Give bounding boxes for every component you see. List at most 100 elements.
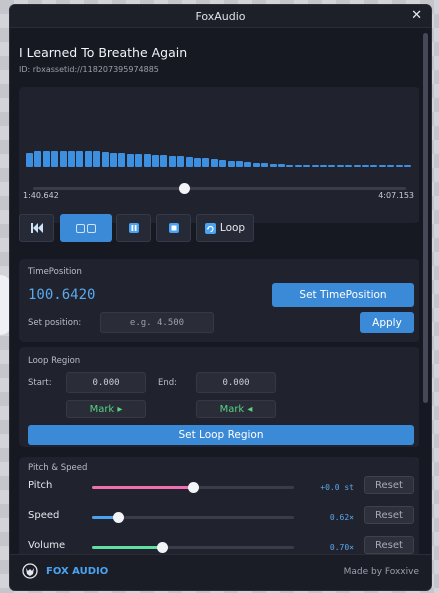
volume-label: Volume [28,540,66,551]
mark-start-button[interactable]: Mark ▸ [66,400,146,418]
waveform-bar [110,152,117,167]
waveform-bar [160,155,168,167]
waveform-bar [294,164,302,167]
waveform-bar [227,160,235,167]
play-icon [76,223,96,233]
apply-button[interactable]: Apply [360,312,414,333]
play-button[interactable] [60,214,112,242]
waveform-bar [353,165,361,167]
waveform-bar [286,164,294,167]
brand-name: FOX AUDIO [46,566,109,577]
speed-reset-button[interactable]: Reset [364,506,414,524]
current-time: 1:40.642 [23,191,59,200]
waveform-bar [244,162,252,167]
waveform-bar [303,164,311,167]
waveform-bar [84,150,92,167]
skip-back-icon [30,223,43,233]
waveform-bar [26,152,33,167]
pitch-speed-label: Pitch & Speed [28,463,88,473]
pitch-slider-fill [92,486,193,489]
waveform-bar [345,165,353,167]
speed-label: Speed [28,510,60,521]
waveform-bar [404,165,411,167]
waveform-bar [126,153,134,167]
total-time: 4:07.153 [378,191,414,200]
waveform-bar [51,150,59,167]
waveform-bar [118,153,126,167]
time-position-panel: TimePosition 100.6420 Set TimePosition S… [19,259,419,342]
song-id: ID: rbxassetid://118207395974885 [19,65,159,74]
waveform-bar [311,164,319,167]
scrollbar-thumb[interactable] [423,33,428,403]
pitch-speed-panel: Pitch & Speed Pitch +0.0 st Reset Speed … [19,457,419,554]
set-position-label: Set position: [28,318,82,328]
time-position-value: 100.6420 [28,287,96,303]
loop-start-label: Start: [28,378,52,388]
set-time-position-button[interactable]: Set TimePosition [272,283,414,307]
close-icon[interactable]: ✕ [411,8,422,23]
waveform-bar [194,157,201,167]
pitch-reset-button[interactable]: Reset [364,476,414,494]
skip-back-button[interactable] [19,214,54,242]
waveform-panel: 1:40.642 4:07.153 [19,87,419,223]
stop-icon [168,223,179,233]
seek-knob[interactable] [179,183,191,194]
waveform-bar [362,165,369,167]
waveform-bar [93,151,101,167]
seek-track[interactable] [33,187,406,190]
waveform-bar [328,165,336,167]
waveform-bar [76,150,84,167]
footer: FOX AUDIO Made by Foxxive [10,554,431,590]
pitch-slider[interactable] [92,482,294,493]
stop-button[interactable] [156,214,191,242]
loop-icon [204,222,216,234]
waveform-bar [387,165,395,167]
loop-label: Loop [219,222,246,234]
waveform-bar [177,156,185,167]
pause-button[interactable] [116,214,151,242]
credit-text: Made by Foxxive [343,567,419,577]
speed-value: 0.62× [329,513,354,522]
set-position-input[interactable]: e.g. 4.500 [100,312,214,333]
waveform-bar [261,163,269,167]
waveform-bar [34,151,42,167]
waveform-bar [336,165,344,167]
waveform-bar [101,152,109,167]
loop-region-panel: Loop Region Start: 0.000 End: 0.000 Mark… [19,347,419,447]
mark-end-button[interactable]: Mark ◂ [196,400,276,418]
waveform-bar [68,150,75,167]
loop-end-input[interactable]: 0.000 [196,372,276,393]
waveform-bar [202,158,210,167]
loop-region-label: Loop Region [28,356,81,366]
loop-start-input[interactable]: 0.000 [66,372,146,393]
pitch-slider-knob[interactable] [187,482,199,493]
waveform-bar [143,154,151,167]
waveform-bar [210,158,218,167]
loop-end-label: End: [158,378,178,388]
waveform-bar [219,159,227,167]
volume-slider-knob[interactable] [157,542,169,553]
speed-slider-knob[interactable] [112,512,124,523]
set-loop-region-button[interactable]: Set Loop Region [28,425,414,445]
song-title: I Learned To Breathe Again [19,45,188,60]
waveform-bar [278,164,285,167]
pitch-label: Pitch [28,480,53,491]
waveform-bar [185,157,193,167]
window-title: FoxAudio [195,9,246,23]
fox-logo-icon [22,563,38,579]
volume-slider[interactable] [92,542,294,553]
waveform-bar [269,164,277,167]
waveform-bar [42,151,50,167]
time-position-label: TimePosition [28,267,82,277]
title-bar[interactable]: FoxAudio ✕ [10,5,431,28]
waveform-bar [168,155,176,167]
waveform-bar [370,165,378,167]
volume-reset-button[interactable]: Reset [364,536,414,554]
volume-value: 0.70× [329,543,354,552]
foxaudio-window: FoxAudio ✕ I Learned To Breathe Again ID… [9,4,432,591]
speed-slider[interactable] [92,512,294,523]
loop-button[interactable]: Loop [196,214,254,242]
waveform-bar [59,150,67,167]
pitch-value: +0.0 st [320,483,354,492]
waveform-bar [236,161,243,167]
